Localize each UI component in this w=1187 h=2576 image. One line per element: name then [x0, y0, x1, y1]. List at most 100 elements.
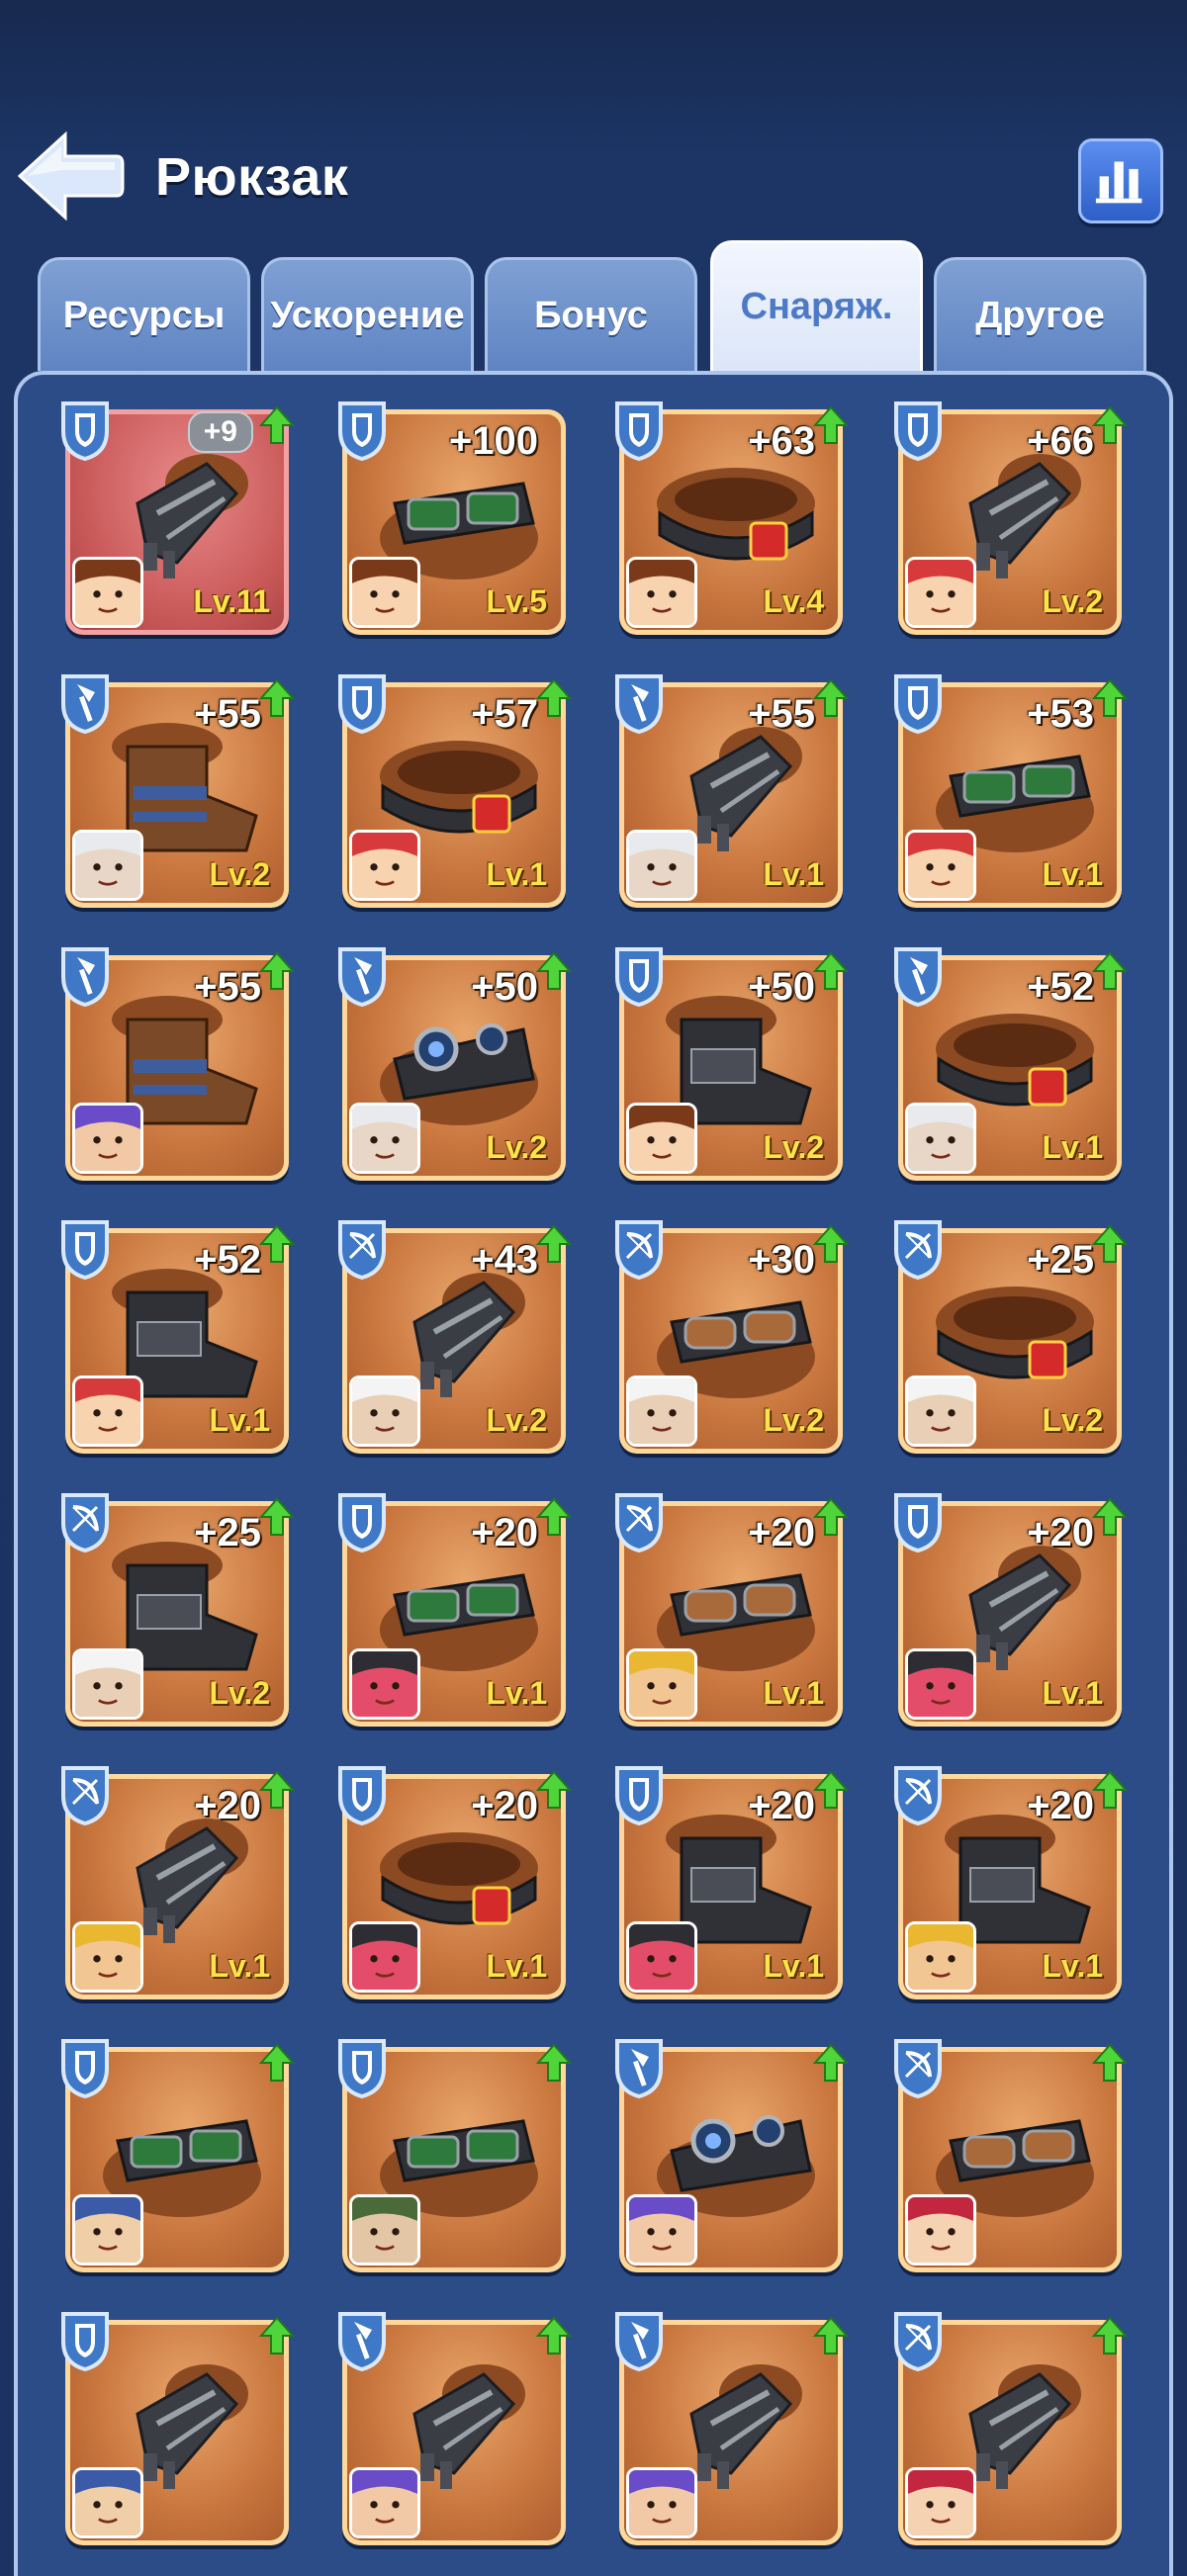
item-level: Lv.1 — [1042, 1948, 1103, 1984]
equipment-item-card[interactable]: Lv.2 +25 — [894, 1220, 1128, 1454]
axe-type-icon — [615, 674, 663, 735]
shield-type-icon — [615, 1766, 663, 1826]
equipment-item-card[interactable]: Lv.1 +55 — [615, 674, 849, 908]
equipment-item-card[interactable] — [615, 2039, 849, 2272]
shield-type-icon — [338, 401, 386, 462]
upgrade-arrow-icon — [536, 951, 572, 990]
equipment-item-card[interactable]: Lv.5 +100 — [338, 401, 566, 635]
item-level: Lv.1 — [763, 1948, 824, 1984]
back-arrow-icon[interactable] — [14, 127, 125, 225]
upgrade-arrow-icon — [1092, 1224, 1128, 1263]
equipment-item-card[interactable]: Lv.1 +20 — [894, 1493, 1128, 1727]
equipment-item-card[interactable]: Lv.1 +52 — [61, 1220, 295, 1454]
item-bonus: +20 — [471, 1511, 538, 1554]
bar-chart-icon — [1095, 161, 1142, 204]
hero-avatar-yellow-helm — [626, 1648, 697, 1720]
upgrade-arrow-icon — [536, 1224, 572, 1263]
item-level: Lv.1 — [209, 1948, 270, 1984]
shield-type-icon — [61, 2312, 109, 2372]
tab-resources[interactable]: Ресурсы — [38, 257, 250, 371]
equipment-item-card[interactable]: Lv.2 +25 — [61, 1493, 295, 1727]
equipment-item-card[interactable] — [61, 2312, 295, 2545]
item-bonus: +66 — [1027, 419, 1094, 463]
equipment-item-card[interactable] — [615, 2312, 849, 2545]
upgrade-arrow-icon — [813, 678, 849, 717]
upgrade-arrow-icon — [259, 1224, 295, 1263]
item-bonus: +20 — [194, 1784, 261, 1827]
hero-avatar-black-helm — [905, 1648, 976, 1720]
item-level: Lv.1 — [486, 856, 547, 892]
equipment-item-card[interactable]: Lv.1 +53 — [894, 674, 1128, 908]
hero-avatar-white-hair — [72, 830, 143, 901]
equipment-item-card[interactable]: Lv.4 +63 — [615, 401, 849, 635]
hero-avatar-brown-hair — [626, 557, 697, 628]
hero-avatar-purple-viking — [626, 2467, 697, 2538]
equipment-item-card[interactable] — [894, 2039, 1128, 2272]
shield-type-icon — [615, 947, 663, 1008]
hero-avatar-black-helm — [349, 1648, 420, 1720]
upgrade-arrow-icon — [259, 1497, 295, 1536]
equipment-item-card[interactable]: +55 — [61, 947, 295, 1181]
equipment-item-card[interactable] — [338, 2312, 572, 2545]
item-bonus: +20 — [748, 1784, 815, 1827]
equipment-item-card[interactable]: Lv.1 +52 — [894, 947, 1128, 1181]
item-bonus: +20 — [1027, 1511, 1094, 1554]
hero-avatar-white-hair — [349, 1103, 420, 1174]
item-bonus: +55 — [748, 692, 815, 736]
upgrade-arrow-icon — [536, 1770, 572, 1809]
bow-type-icon — [615, 1220, 663, 1281]
equipment-item-card[interactable] — [894, 2312, 1128, 2545]
equipment-item-card[interactable]: Lv.1 +20 — [338, 1766, 572, 1999]
upgrade-arrow-icon — [813, 1770, 849, 1809]
shield-type-icon — [894, 401, 942, 462]
equipment-item-card[interactable]: Lv.1 +20 — [615, 1493, 849, 1727]
equipment-item-card[interactable]: Lv.2 +55 — [61, 674, 295, 908]
upgrade-arrow-icon — [813, 1497, 849, 1536]
item-bonus: +50 — [471, 965, 538, 1009]
equipment-item-card[interactable] — [338, 2039, 572, 2272]
shield-type-icon — [338, 1766, 386, 1826]
hero-avatar-brown-hair — [72, 557, 143, 628]
item-level: Lv.1 — [486, 1948, 547, 1984]
equipment-item-card[interactable]: Lv.11 +9 — [61, 401, 295, 635]
tab-bonus[interactable]: Бонус — [485, 257, 697, 371]
item-bonus: +25 — [194, 1511, 261, 1554]
upgrade-arrow-icon — [1092, 1497, 1128, 1536]
hero-avatar-red-girl — [905, 2467, 976, 2538]
upgrade-arrow-icon — [536, 2043, 572, 2082]
item-level: Lv.2 — [763, 1129, 824, 1165]
hero-avatar-purple-viking — [626, 2194, 697, 2265]
hero-avatar-old-man — [905, 1376, 976, 1447]
equipment-item-card[interactable]: Lv.1 +57 — [338, 674, 572, 908]
equipment-item-card[interactable]: Lv.1 +20 — [615, 1766, 849, 1999]
stats-button[interactable] — [1078, 138, 1163, 223]
upgrade-arrow-icon — [813, 405, 849, 444]
tab-speedup[interactable]: Ускорение — [261, 257, 474, 371]
tab-equipment[interactable]: Снаряж. — [710, 240, 923, 371]
equipment-item-card[interactable]: Lv.2 +50 — [615, 947, 849, 1181]
equipment-item-card[interactable]: Lv.1 +20 — [61, 1766, 295, 1999]
axe-type-icon — [338, 947, 386, 1008]
equipment-item-card[interactable]: Lv.2 +50 — [338, 947, 572, 1181]
equipment-item-card[interactable]: Lv.2 +66 — [894, 401, 1128, 635]
equipment-item-card[interactable]: Lv.2 +30 — [615, 1220, 849, 1454]
upgrade-arrow-icon — [813, 1224, 849, 1263]
axe-type-icon — [615, 2039, 663, 2099]
item-level: Lv.2 — [763, 1402, 824, 1438]
hero-avatar-brown-hair — [626, 1103, 697, 1174]
tab-other[interactable]: Другое — [934, 257, 1146, 371]
hero-avatar-blue-beard — [72, 2194, 143, 2265]
item-level: Lv.2 — [1042, 1402, 1103, 1438]
item-bonus: +43 — [471, 1238, 538, 1282]
hero-avatar-old-man — [349, 1376, 420, 1447]
shield-type-icon — [894, 1493, 942, 1554]
equipment-item-card[interactable]: Lv.1 +20 — [338, 1493, 572, 1727]
upgrade-arrow-icon — [1092, 2316, 1128, 2354]
equipment-item-card[interactable]: Lv.2 +43 — [338, 1220, 572, 1454]
equipment-item-card[interactable] — [61, 2039, 295, 2272]
equipment-item-card[interactable]: Lv.1 +20 — [894, 1766, 1128, 1999]
upgrade-arrow-icon — [1092, 2043, 1128, 2082]
item-level: Lv.1 — [209, 1402, 270, 1438]
item-bonus: +20 — [748, 1511, 815, 1554]
item-level: Lv.1 — [1042, 1129, 1103, 1165]
